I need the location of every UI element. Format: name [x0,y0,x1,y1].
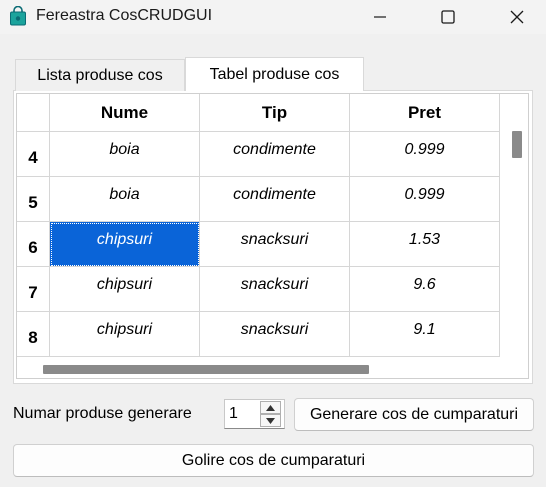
row-header[interactable]: 7 [17,267,50,312]
column-header-nume[interactable]: Nume [50,94,200,132]
stepper-down-icon[interactable] [260,414,281,427]
horizontal-scrollbar[interactable] [17,358,528,378]
table-cell[interactable]: 0.999 [350,177,500,222]
tab-label: Tabel produse cos [209,65,340,83]
table-cell[interactable]: snacksuri [200,267,350,312]
maximize-icon[interactable] [425,0,471,34]
window-title: Fereastra CosCRUDGUI [36,7,213,24]
table-cell[interactable]: chipsuri [50,267,200,312]
vertical-scrollbar-thumb[interactable] [512,131,522,158]
title-bar: Fereastra CosCRUDGUI [0,0,546,34]
table-cell[interactable]: 9.1 [350,312,500,357]
table-cell-selected[interactable]: chipsuri [50,222,200,267]
column-header-tip[interactable]: Tip [200,94,350,132]
table-cell[interactable]: 1.53 [350,222,500,267]
table-cell[interactable]: condimente [200,132,350,177]
tab-label: Lista produse cos [37,66,163,84]
count-label: Numar produse generare [13,405,192,422]
table-cell[interactable]: 0.999 [350,132,500,177]
column-header-pret[interactable]: Pret [350,94,500,132]
table-cell[interactable]: boia [50,177,200,222]
stepper-up-icon[interactable] [260,401,281,414]
tab-lista-produse[interactable]: Lista produse cos [15,59,185,91]
table-cell[interactable]: condimente [200,177,350,222]
generate-cart-button[interactable]: Generare cos de cumparaturi [294,398,534,431]
table-corner [17,94,50,132]
quantity-value[interactable]: 1 [229,405,238,423]
table-cell[interactable]: 9.6 [350,267,500,312]
row-header[interactable]: 5 [17,177,50,222]
table-cell[interactable]: snacksuri [200,222,350,267]
minimize-icon[interactable] [357,0,403,34]
products-table[interactable]: Nume Tip Pret 4 boia condimente 0.999 5 … [16,93,529,379]
table-cell[interactable]: boia [50,132,200,177]
horizontal-scrollbar-thumb[interactable] [43,365,369,374]
row-header[interactable]: 4 [17,132,50,177]
table-cell[interactable]: chipsuri [50,312,200,357]
tab-tabel-produse[interactable]: Tabel produse cos [185,57,364,91]
quantity-stepper[interactable]: 1 [224,399,285,429]
shopping-bag-icon [9,5,27,26]
clear-cart-button[interactable]: Golire cos de cumparaturi [13,444,534,477]
table-cell[interactable]: snacksuri [200,312,350,357]
row-header[interactable]: 8 [17,312,50,357]
vertical-scrollbar[interactable] [504,94,528,360]
row-header[interactable]: 6 [17,222,50,267]
close-icon[interactable] [494,0,540,34]
